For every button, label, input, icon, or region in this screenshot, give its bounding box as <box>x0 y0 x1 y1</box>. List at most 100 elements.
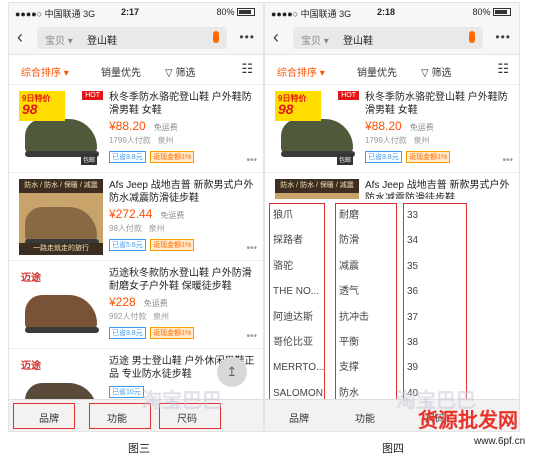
search-input[interactable]: 宝贝 ▾ 登山鞋 <box>293 27 483 49</box>
search-header: ‹ 宝贝 ▾ 登山鞋 ••• <box>9 21 263 55</box>
item-more-icon[interactable]: ••• <box>246 243 257 254</box>
highlight-box-size-column <box>403 203 467 403</box>
sort-bar: 综合排序 ▾ 销量优先 ▽ 筛选 ☷ <box>9 55 263 85</box>
more-icon[interactable]: ••• <box>495 30 511 44</box>
product-thumbnail: 9日特价 98 HOT 包邮 <box>275 91 359 167</box>
promo-watermark: 货源批发网 <box>418 410 518 432</box>
shipping-label: 免运费 <box>153 123 178 132</box>
status-bar: ●●●●○ 中国联通 3G 2:17 80% <box>9 3 263 21</box>
sort-sales-tab[interactable]: 销量优先 <box>101 64 141 79</box>
saved-tag: 已省9.8元 <box>109 327 146 339</box>
promo-badge: 9日特价 98 <box>275 91 321 121</box>
sort-comprehensive-tab[interactable]: 综合排序 ▾ <box>21 64 69 79</box>
brand-logo: 迈途 <box>21 273 41 284</box>
item-more-icon[interactable]: ••• <box>246 155 257 166</box>
search-keyword: 登山鞋 <box>87 36 117 47</box>
cashback-tag: 返现金额1% <box>406 151 451 163</box>
product-item[interactable]: 防水 / 防水 / 保暖 / 减震 一路走就走的旅行 Afs Jeep 战地吉普… <box>9 173 263 261</box>
thumb-banner-top: 防水 / 防水 / 保暖 / 减震 <box>275 179 359 193</box>
free-shipping-badge: 包邮 <box>337 154 354 165</box>
location: 泉州 <box>148 224 165 233</box>
carrier-signal: ●●●●○ 中国联通 3G <box>271 9 352 19</box>
cashback-tag: 返现金额1% <box>150 239 195 251</box>
back-icon[interactable]: ‹ <box>273 27 279 48</box>
view-toggle-icon[interactable]: ☷ <box>497 61 509 77</box>
battery-level: 80% <box>472 7 491 17</box>
item-more-icon[interactable]: ••• <box>502 155 513 166</box>
search-category-select[interactable]: 宝贝 ▾ <box>45 32 73 47</box>
sort-comprehensive-tab[interactable]: 综合排序 ▾ <box>277 64 325 79</box>
location: 泉州 <box>153 312 170 321</box>
product-title: 秋冬季防水骆驼登山鞋 户外鞋防滑男鞋 女鞋 <box>365 92 508 116</box>
filter-button[interactable]: ▽ 筛选 <box>165 64 195 79</box>
search-input[interactable]: 宝贝 ▾ 登山鞋 <box>37 27 227 49</box>
search-header: ‹ 宝贝 ▾ 登山鞋 ••• <box>265 21 519 55</box>
product-thumbnail: 迈途 <box>19 267 103 343</box>
caption-left: 图三 <box>128 443 150 455</box>
carrier-signal: ●●●●○ 中国联通 3G <box>15 9 96 19</box>
microphone-icon[interactable] <box>469 31 475 43</box>
battery-level: 80% <box>216 7 235 17</box>
view-toggle-icon[interactable]: ☷ <box>241 61 253 77</box>
product-price: ¥272.44 <box>109 207 153 221</box>
more-icon[interactable]: ••• <box>239 30 255 44</box>
shipping-label: 免运费 <box>160 211 185 220</box>
status-bar: ●●●●○ 中国联通 3G 2:18 80% <box>265 3 519 21</box>
battery: 80% <box>472 7 511 17</box>
saved-tag: 已省10元 <box>109 386 144 398</box>
product-price: ¥228 <box>109 295 136 309</box>
product-title: 秋冬季防水骆驼登山鞋 户外鞋防滑男鞋 女鞋 <box>109 92 252 116</box>
hot-badge: HOT <box>338 91 359 100</box>
thumb-banner-bottom: 一路走就走的旅行 <box>19 243 103 255</box>
product-thumbnail: 9日特价 98 HOT 包邮 <box>19 91 103 167</box>
cashback-tag: 返现金额1% <box>150 327 195 339</box>
brand-logo: 迈途 <box>21 361 41 372</box>
saved-tag: 已省9.8元 <box>365 151 402 163</box>
filter-button[interactable]: ▽ 筛选 <box>421 64 451 79</box>
thumb-banner-top: 防水 / 防水 / 保暖 / 减震 <box>19 179 103 193</box>
scroll-top-icon[interactable]: ↥ <box>217 357 247 387</box>
search-category-select[interactable]: 宝贝 ▾ <box>301 32 329 47</box>
location: 泉州 <box>413 136 430 145</box>
saved-tag: 已省9.8元 <box>109 151 146 163</box>
sold-count: 98人付款 <box>109 224 142 233</box>
caption-right: 图四 <box>382 443 404 455</box>
saved-tag: 已省5.6元 <box>109 239 146 251</box>
product-item[interactable]: 迈途 迈途秋冬款防水登山鞋 户外防滑耐磨女子户外鞋 保暖徒步鞋 ¥228 免运费 … <box>9 261 263 349</box>
clock: 2:18 <box>377 7 396 17</box>
highlight-box-function-column <box>335 203 397 403</box>
search-keyword: 登山鞋 <box>343 36 373 47</box>
shipping-label: 免运费 <box>409 123 434 132</box>
clock: 2:17 <box>121 7 140 17</box>
brand-filter-tab[interactable]: 品牌 <box>289 410 309 425</box>
hot-badge: HOT <box>82 91 103 100</box>
sort-sales-tab[interactable]: 销量优先 <box>357 64 397 79</box>
sort-bar: 综合排序 ▾ 销量优先 ▽ 筛选 ☷ <box>265 55 519 85</box>
product-price: ¥88.20 <box>109 119 146 133</box>
phone-screen-right: ●●●●○ 中国联通 3G 2:18 80% ‹ 宝贝 ▾ 登山鞋 ••• 综合… <box>264 2 520 432</box>
phone-screen-left: ●●●●○ 中国联通 3G 2:17 80% ‹ 宝贝 ▾ 登山鞋 ••• 综合… <box>8 2 264 432</box>
product-title: 迈途秋冬款防水登山鞋 户外防滑耐磨女子户外鞋 保暖徒步鞋 <box>109 268 252 292</box>
product-item[interactable]: 9日特价 98 HOT 包邮 秋冬季防水骆驼登山鞋 户外鞋防滑男鞋 女鞋 ¥88.… <box>265 85 519 173</box>
location: 泉州 <box>157 136 174 145</box>
sold-count: 1799人付款 <box>109 136 151 145</box>
site-watermark: www.6pf.cn <box>474 436 526 447</box>
back-icon[interactable]: ‹ <box>17 27 23 48</box>
highlight-box-brand-column <box>269 203 325 403</box>
cashback-tag: 返现金额1% <box>150 151 195 163</box>
promo-badge: 9日特价 98 <box>19 91 65 121</box>
battery: 80% <box>216 7 255 17</box>
shipping-label: 免运费 <box>143 299 168 308</box>
product-item[interactable]: 9日特价 98 HOT 包邮 秋冬季防水骆驼登山鞋 户外鞋防滑男鞋 女鞋 ¥88.… <box>9 85 263 173</box>
highlight-box-brand <box>13 403 75 429</box>
sold-count: 992人付款 <box>109 312 147 321</box>
item-more-icon[interactable]: ••• <box>246 331 257 342</box>
sold-count: 1799人付款 <box>365 136 407 145</box>
watermark: 淘宝巴巴 <box>142 390 222 412</box>
microphone-icon[interactable] <box>213 31 219 43</box>
free-shipping-badge: 包邮 <box>81 154 98 165</box>
function-filter-tab[interactable]: 功能 <box>355 410 375 425</box>
product-price: ¥88.20 <box>365 119 402 133</box>
battery-icon <box>493 8 511 16</box>
battery-icon <box>237 8 255 16</box>
